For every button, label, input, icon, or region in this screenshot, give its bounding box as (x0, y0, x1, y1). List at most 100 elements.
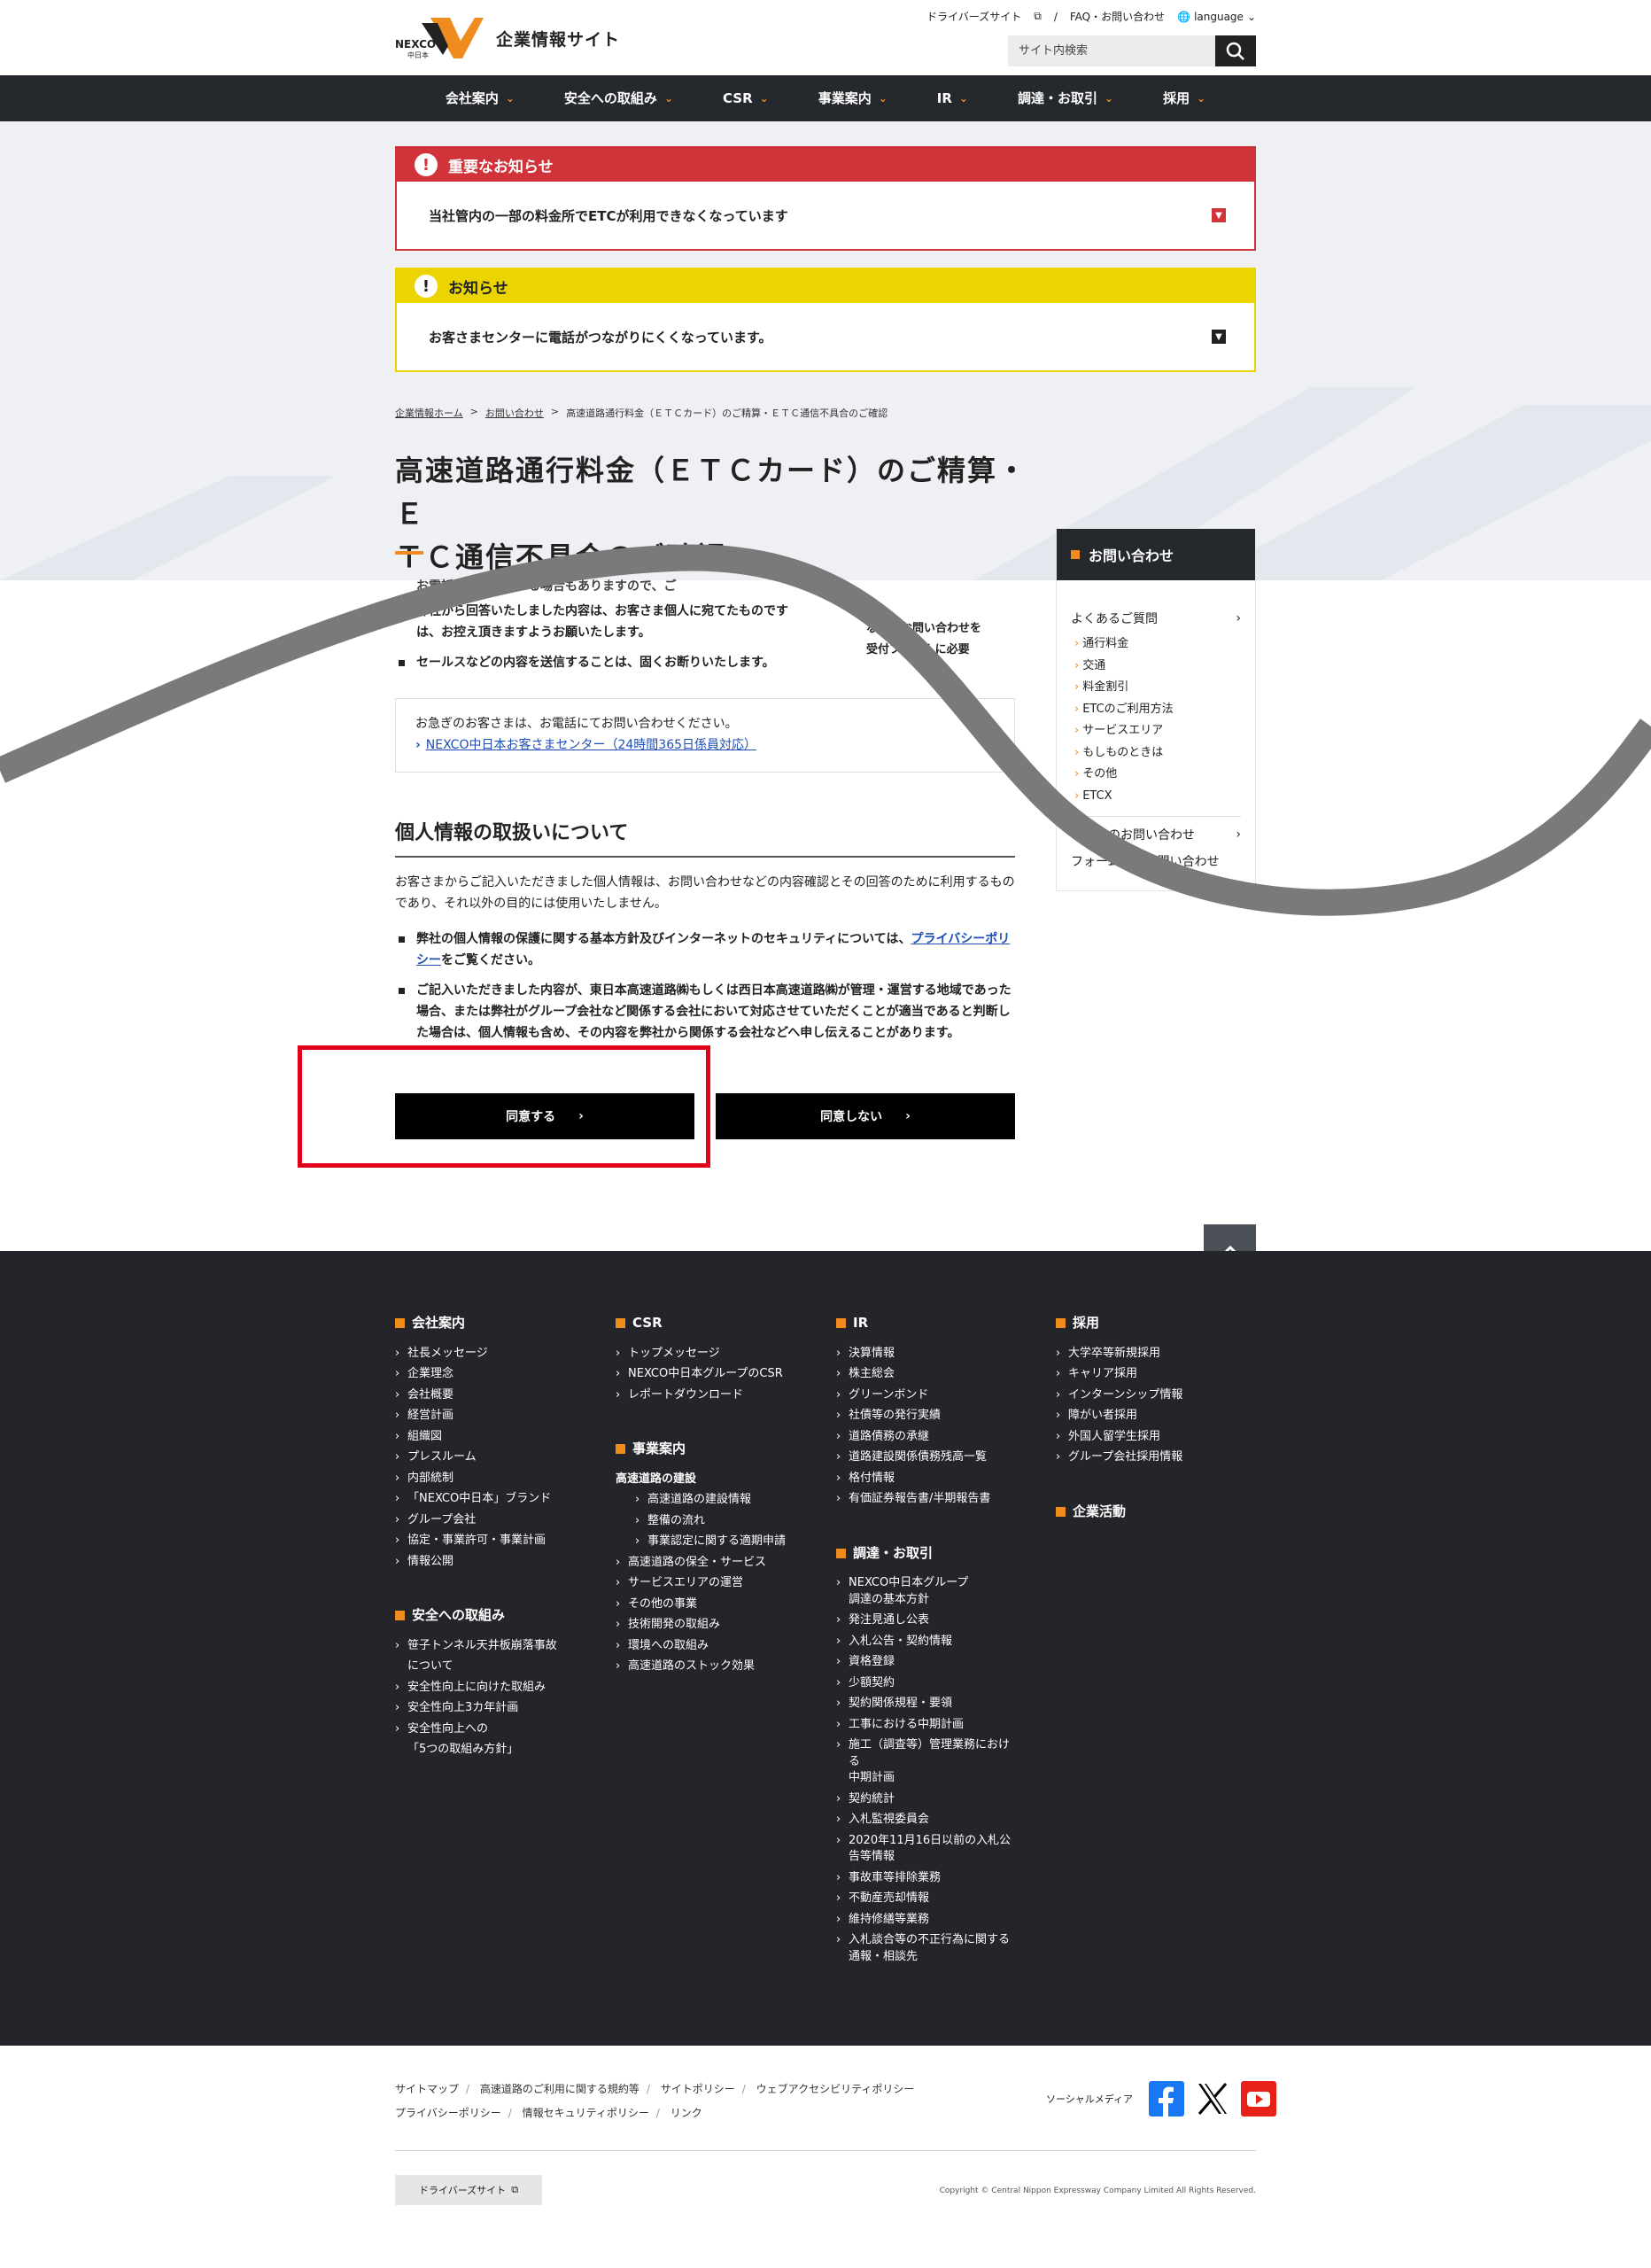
footer-link[interactable]: グループ会社採用情報 (1056, 1447, 1182, 1468)
footer-link[interactable]: 協定・事業許可・事業計画 (395, 1530, 557, 1551)
sidebar-subitem[interactable]: › ETCのご利用方法 (1074, 699, 1255, 721)
footer-link[interactable]: 2020年11月16日以前の入札公 (836, 1830, 1011, 1852)
footer-link[interactable]: 道路債務の承継 (836, 1426, 1011, 1448)
footer-link[interactable]: 安全性向上への (395, 1719, 557, 1740)
footer-link[interactable]: 社長メッセージ (395, 1343, 557, 1364)
footer-link[interactable]: 安全性向上3カ年計画 (395, 1697, 557, 1719)
sidebar-subitem[interactable]: › 料金割引 (1074, 677, 1255, 699)
footer-link[interactable]: 高速道路の建設情報 (616, 1489, 786, 1511)
breadcrumb-contact[interactable]: お問い合わせ (485, 406, 544, 420)
gnav-business[interactable]: 事業案内 ⌄ (794, 75, 912, 121)
footer-link[interactable]: 高速道路のストック効果 (616, 1656, 786, 1677)
footer-link[interactable]: キャリア採用 (1056, 1363, 1182, 1385)
sidebar-subitem[interactable]: › 通行料金 (1074, 633, 1255, 656)
footer-link[interactable]: 不動産売却情報 (836, 1888, 1011, 1909)
search-button[interactable] (1215, 35, 1256, 66)
logo[interactable]: NEXCO 中日本 企業情報サイト (395, 14, 620, 62)
footer-link[interactable]: 維持修繕等業務 (836, 1909, 1011, 1930)
footer-link[interactable]: NEXCO中日本グループのCSR (616, 1363, 786, 1385)
footer-link[interactable]: 工事における中期計画 (836, 1714, 1011, 1736)
footer-link[interactable]: サービスエリアの運営 (616, 1573, 786, 1594)
footer-link[interactable]: 環境への取組み (616, 1635, 786, 1657)
footer-link[interactable]: 会社概要 (395, 1385, 557, 1406)
footer-link[interactable]: インターンシップ情報 (1056, 1385, 1182, 1406)
footer-link[interactable]: 契約関係規程・要領 (836, 1693, 1011, 1714)
footer-link[interactable]: 大学卒等新規採用 (1056, 1343, 1182, 1364)
youtube-icon[interactable] (1241, 2081, 1277, 2117)
sidebar-subitem[interactable]: › サービスエリア (1074, 720, 1255, 742)
footer-link[interactable]: 株主総会 (836, 1363, 1011, 1385)
faq-link[interactable]: FAQ・お問い合わせ (1070, 9, 1165, 24)
footer-link[interactable]: 資格登録 (836, 1651, 1011, 1673)
footer-link[interactable]: 整備の流れ (616, 1511, 786, 1532)
footer-link[interactable]: 外国人留学生採用 (1056, 1426, 1182, 1448)
customer-center-link[interactable]: NEXCO中日本お客さまセンター（24時間365日係員対応） (426, 738, 756, 752)
footer-link[interactable]: トップメッセージ (616, 1343, 786, 1364)
bottom-link[interactable]: 高速道路のご利用に関する規約等 (480, 2083, 639, 2095)
footer-link[interactable]: 少額契約 (836, 1673, 1011, 1694)
language-select[interactable]: 🌐 language ⌄ (1177, 11, 1256, 23)
footer-link[interactable]: 技術開発の取組み (616, 1614, 786, 1635)
bottom-link[interactable]: サイトマップ (395, 2083, 459, 2095)
general-notice-item[interactable]: お客さまセンターに電話がつながりにくくなっています。 ▼ (397, 303, 1254, 370)
sidebar-subitem[interactable]: › その他 (1074, 764, 1255, 786)
footer-link[interactable]: 入札談合等の不正行為に関する (836, 1930, 1011, 1951)
chevron-down-icon[interactable]: ▼ (1212, 208, 1226, 222)
footer-link[interactable]: 企業理念 (395, 1363, 557, 1385)
x-icon[interactable] (1195, 2081, 1230, 2117)
footer-link[interactable]: 組織図 (395, 1426, 557, 1448)
important-notice-item[interactable]: 当社管内の一部の料金所でETCが利用できなくなっています ▼ (397, 182, 1254, 249)
gnav-recruit[interactable]: 採用 ⌄ (1138, 75, 1230, 121)
footer-link[interactable]: レポートダウンロード (616, 1385, 786, 1406)
gnav-csr[interactable]: CSR ⌄ (698, 75, 794, 121)
footer-link[interactable]: グループ会社 (395, 1510, 557, 1531)
footer-link[interactable]: 高速道路の保全・サービス (616, 1552, 786, 1573)
bottom-link[interactable]: ウェブアクセシビリティポリシー (756, 2083, 915, 2095)
sidebar-item-faq[interactable]: よくあるご質問 › (1057, 607, 1255, 630)
footer-link[interactable]: 経営計画 (395, 1405, 557, 1426)
footer-link[interactable]: プレスルーム (395, 1447, 557, 1468)
footer-sub-heading[interactable]: 高速道路の建設 (616, 1469, 786, 1490)
footer-link[interactable]: 障がい者採用 (1056, 1405, 1182, 1426)
footer-link[interactable]: その他の事業 (616, 1594, 786, 1615)
footer-link[interactable]: 道路建設関係債務残高一覧 (836, 1447, 1011, 1468)
sidebar-subitem[interactable]: › もしものときは (1074, 742, 1255, 765)
drivers-site-button[interactable]: ドライバーズサイト ⧉ (395, 2175, 542, 2205)
footer-link[interactable]: 入札監視委員会 (836, 1809, 1011, 1830)
footer-link[interactable]: 有価証券報告書/半期報告書 (836, 1488, 1011, 1510)
gnav-procurement[interactable]: 調達・お取引 ⌄ (993, 75, 1138, 121)
facebook-icon[interactable] (1149, 2081, 1185, 2117)
footer-link[interactable]: 笹子トンネル天井板崩落事故 (395, 1635, 557, 1657)
footer-link[interactable]: グリーンボンド (836, 1385, 1011, 1406)
footer-link[interactable]: 発注見通し公表 (836, 1610, 1011, 1631)
sidebar-subitem[interactable]: › 交通 (1074, 656, 1255, 678)
footer-link[interactable]: 格付情報 (836, 1468, 1011, 1489)
gnav-ir[interactable]: IR ⌄ (912, 75, 993, 121)
footer-link[interactable]: NEXCO中日本グループ (836, 1573, 1011, 1594)
footer-link[interactable]: 情報公開 (395, 1551, 557, 1573)
sidebar-subitem[interactable]: › ETCX (1074, 786, 1255, 808)
bottom-link[interactable]: リンク (670, 2107, 702, 2119)
bottom-link[interactable]: プライバシーポリシー (395, 2107, 501, 2119)
footer-link[interactable]: 安全性向上に向けた取組み (395, 1677, 557, 1698)
footer-link[interactable]: 内部統制 (395, 1468, 557, 1489)
chevron-down-icon[interactable]: ▼ (1212, 330, 1226, 344)
sidebar-item-phone[interactable]: 電話でのお問い合わせ › (1057, 817, 1255, 852)
footer-link[interactable]: 入札公告・契約情報 (836, 1631, 1011, 1652)
footer-link[interactable]: 施工（調査等）管理業務におけ (836, 1735, 1011, 1756)
footer-link[interactable]: 社債等の発行実績 (836, 1405, 1011, 1426)
search-input[interactable]: サイト内検索 (1008, 35, 1215, 66)
footer-link[interactable]: 決算情報 (836, 1343, 1011, 1364)
footer-link[interactable]: 契約統計 (836, 1789, 1011, 1810)
footer-link[interactable]: 「NEXCO中日本」ブランド (395, 1488, 557, 1510)
disagree-button[interactable]: 同意しない › (716, 1093, 1015, 1139)
driver-site-link[interactable]: ドライバーズサイト (926, 9, 1021, 24)
sidebar-item-form[interactable]: フォームでのお問い合わせ (1057, 852, 1255, 870)
breadcrumb-home[interactable]: 企業情報ホーム (395, 406, 463, 420)
bottom-link[interactable]: 情報セキュリティポリシー (523, 2107, 649, 2119)
gnav-safety[interactable]: 安全への取組み ⌄ (539, 75, 698, 121)
footer-link[interactable]: 事業認定に関する適期申請 (616, 1531, 786, 1552)
bottom-link[interactable]: サイトポリシー (661, 2083, 735, 2095)
footer-link[interactable]: 事故車等排除業務 (836, 1868, 1011, 1889)
gnav-company[interactable]: 会社案内 ⌄ (421, 75, 539, 121)
